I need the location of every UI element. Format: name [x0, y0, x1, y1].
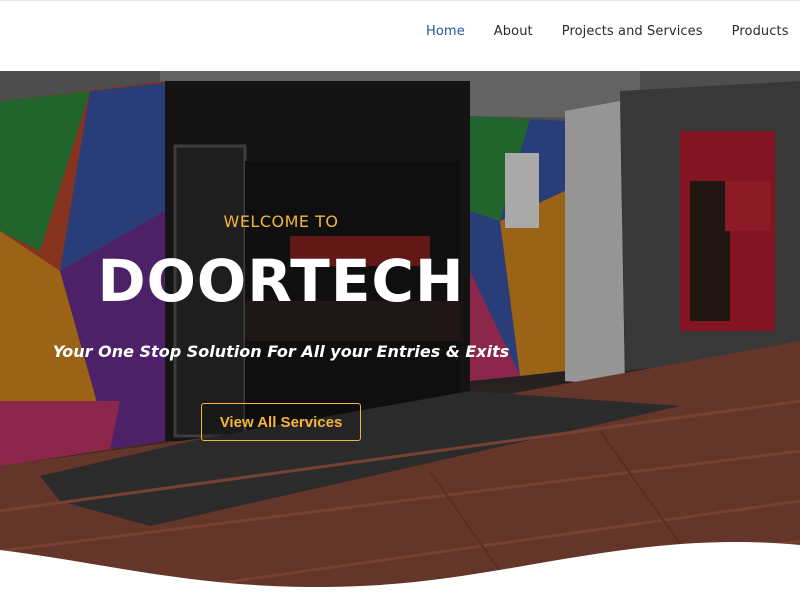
view-all-services-button[interactable]: View All Services: [201, 403, 361, 441]
nav-home[interactable]: Home: [426, 24, 465, 39]
hero-bottom-wave: [0, 542, 800, 600]
site-header: Home About Projects and Services Product…: [0, 0, 800, 71]
main-nav: Home About Projects and Services Product…: [426, 24, 800, 39]
hero-welcome-text: WELCOME TO: [223, 212, 339, 231]
hero-title: DOORTECH: [97, 247, 465, 315]
nav-products[interactable]: Products: [732, 24, 789, 39]
hero-section: WELCOME TO DOORTECH Your One Stop Soluti…: [0, 71, 800, 600]
nav-about[interactable]: About: [494, 24, 533, 39]
nav-projects-services[interactable]: Projects and Services: [562, 24, 703, 39]
hero-tagline: Your One Stop Solution For All your Entr…: [52, 342, 510, 361]
